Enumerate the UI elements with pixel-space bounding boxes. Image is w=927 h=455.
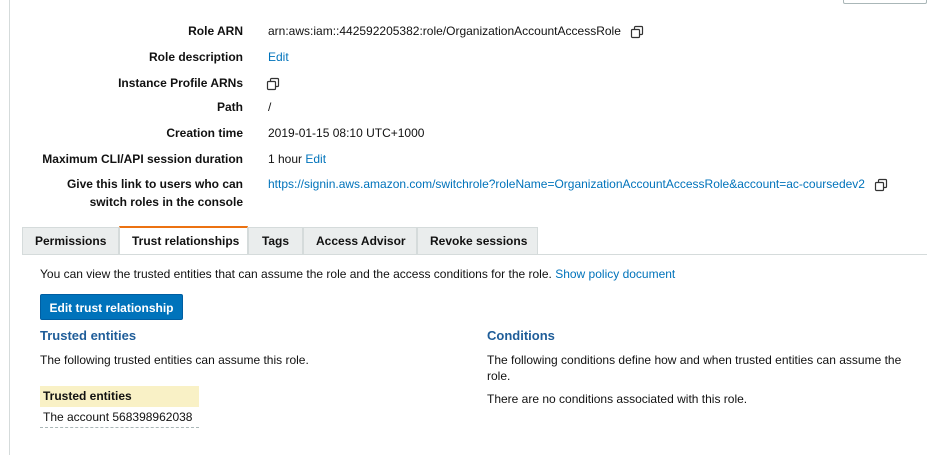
trust-intro-text: You can view the trusted entities that c… [40, 267, 552, 281]
switch-role-url-link[interactable]: https://signin.aws.amazon.com/switchrole… [268, 177, 865, 191]
tab-trust-relationships[interactable]: Trust relationships [119, 226, 248, 255]
tab-permissions[interactable]: Permissions [22, 227, 119, 254]
path-value: / [268, 100, 272, 114]
content-frame-border [9, 0, 10, 455]
copy-icon[interactable] [630, 25, 644, 39]
trusted-entities-table: Trusted entities The account 56839896203… [40, 386, 199, 428]
creation-time-value: 2019-01-15 08:10 UTC+1000 [268, 126, 425, 140]
conditions-empty-text: There are no conditions associated with … [487, 392, 748, 406]
edit-trust-relationship-button[interactable]: Edit trust relationship [40, 294, 183, 320]
table-row: The account 568398962038 [40, 407, 199, 428]
session-duration-label: Maximum CLI/API session duration [42, 152, 243, 166]
session-duration-value: 1 hour [268, 152, 303, 166]
tab-bar-divider [22, 254, 927, 255]
path-label: Path [216, 100, 243, 114]
role-arn-value: arn:aws:iam::442592205382:role/Organizat… [268, 24, 621, 38]
top-right-button[interactable] [843, 0, 927, 4]
switch-role-label-line2: switch roles in the console [89, 195, 243, 209]
switch-role-label-line1: Give this link to users who can [66, 177, 243, 191]
copy-icon[interactable] [874, 178, 888, 192]
session-duration-edit-link[interactable]: Edit [305, 152, 326, 166]
tab-tags[interactable]: Tags [248, 227, 303, 254]
conditions-heading: Conditions [487, 328, 555, 343]
instance-profile-label: Instance Profile ARNs [118, 76, 243, 90]
conditions-description: The following conditions define how and … [487, 353, 902, 383]
role-arn-label: Role ARN [188, 24, 243, 38]
copy-icon[interactable] [266, 77, 280, 91]
show-policy-document-link[interactable]: Show policy document [555, 267, 675, 281]
role-description-label: Role description [148, 50, 243, 64]
role-arn-value-wrap: arn:aws:iam::442592205382:role/Organizat… [268, 22, 644, 40]
switch-role-label: Give this link to users who can switch r… [67, 175, 243, 211]
tab-access-advisor[interactable]: Access Advisor [303, 227, 417, 254]
trusted-entities-heading: Trusted entities [40, 328, 137, 343]
trusted-entities-table-header: Trusted entities [40, 386, 199, 407]
trusted-entities-description: The following trusted entities can assum… [40, 353, 309, 367]
tab-revoke-sessions[interactable]: Revoke sessions [417, 227, 538, 254]
creation-time-label: Creation time [166, 126, 243, 140]
role-description-edit-link[interactable]: Edit [268, 50, 289, 64]
trust-intro: You can view the trusted entities that c… [40, 266, 675, 282]
